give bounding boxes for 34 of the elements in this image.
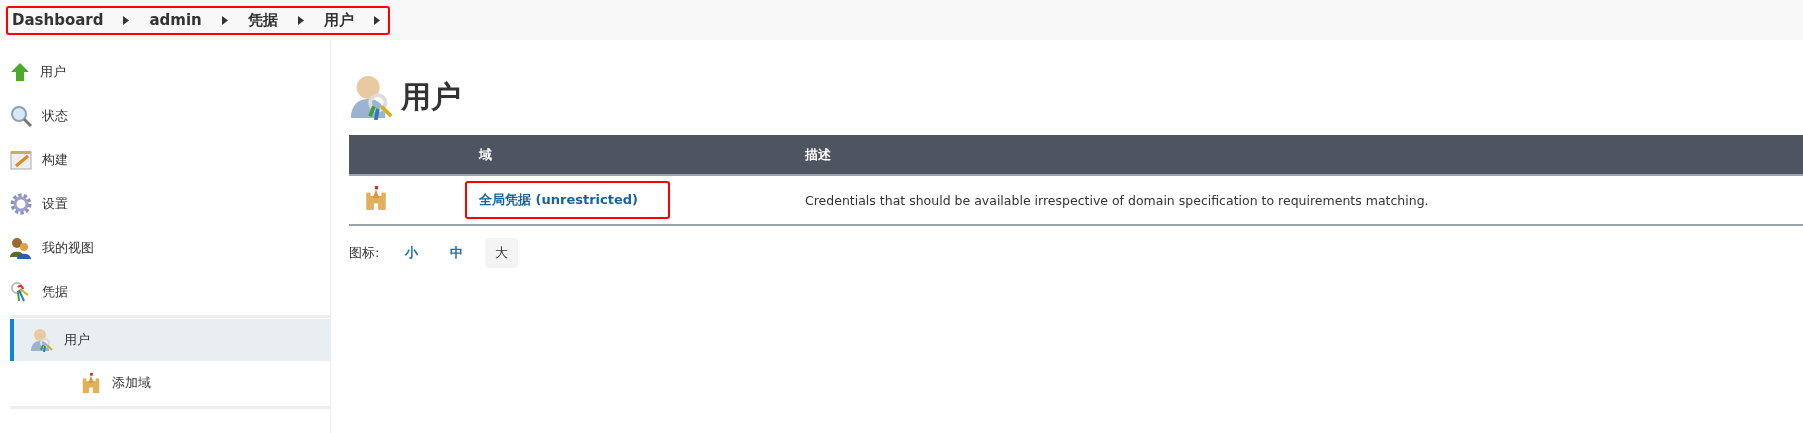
icon-size-option[interactable]: 中 bbox=[440, 238, 474, 268]
sidebar-item[interactable]: 添加域 bbox=[10, 361, 330, 405]
notepad-pencil-icon bbox=[10, 149, 32, 171]
user-key-icon bbox=[349, 74, 395, 120]
user-key-icon bbox=[30, 328, 54, 352]
caret-icon bbox=[373, 15, 380, 25]
magnifier-icon bbox=[10, 105, 32, 127]
page-title: 用户 bbox=[401, 77, 461, 116]
caret-icon bbox=[221, 15, 228, 25]
sidebar-item[interactable]: 凭据 bbox=[10, 270, 330, 314]
sidebar-item[interactable]: 设置 bbox=[10, 182, 330, 226]
breadcrumb-link[interactable]: admin bbox=[149, 11, 202, 29]
gear-icon bbox=[10, 193, 32, 215]
icon-size-label: 图标: bbox=[349, 244, 380, 262]
breadcrumb-link[interactable]: Dashboard bbox=[12, 11, 104, 29]
column-header: 域 bbox=[479, 145, 493, 164]
castle-icon bbox=[363, 185, 389, 211]
people-icon bbox=[10, 237, 32, 259]
breadcrumb-link[interactable]: 凭据 bbox=[247, 10, 278, 30]
sidebar-item[interactable]: 我的视图 bbox=[10, 226, 330, 270]
sidebar-item[interactable]: 用户 bbox=[10, 50, 330, 94]
icon-size-option[interactable]: 大 bbox=[485, 238, 519, 268]
domain-link[interactable]: 全局凭据 (unrestricted) bbox=[465, 181, 670, 219]
description-text: Credentials that should be available irrespective of domain specification to requirements matching. bbox=[805, 192, 1430, 208]
sidebar-item[interactable]: 构建 bbox=[10, 138, 330, 182]
sidebar-item[interactable]: 用户 bbox=[10, 319, 330, 361]
sidebar-item[interactable]: 状态 bbox=[10, 94, 330, 138]
up-arrow-icon bbox=[10, 62, 30, 82]
castle-icon bbox=[80, 372, 102, 394]
icon-size-option[interactable]: 小 bbox=[395, 238, 429, 268]
column-header: 描述 bbox=[805, 145, 832, 164]
caret-icon bbox=[297, 15, 304, 25]
breadcrumb-link[interactable]: 用户 bbox=[323, 10, 354, 30]
caret-icon bbox=[123, 15, 130, 25]
